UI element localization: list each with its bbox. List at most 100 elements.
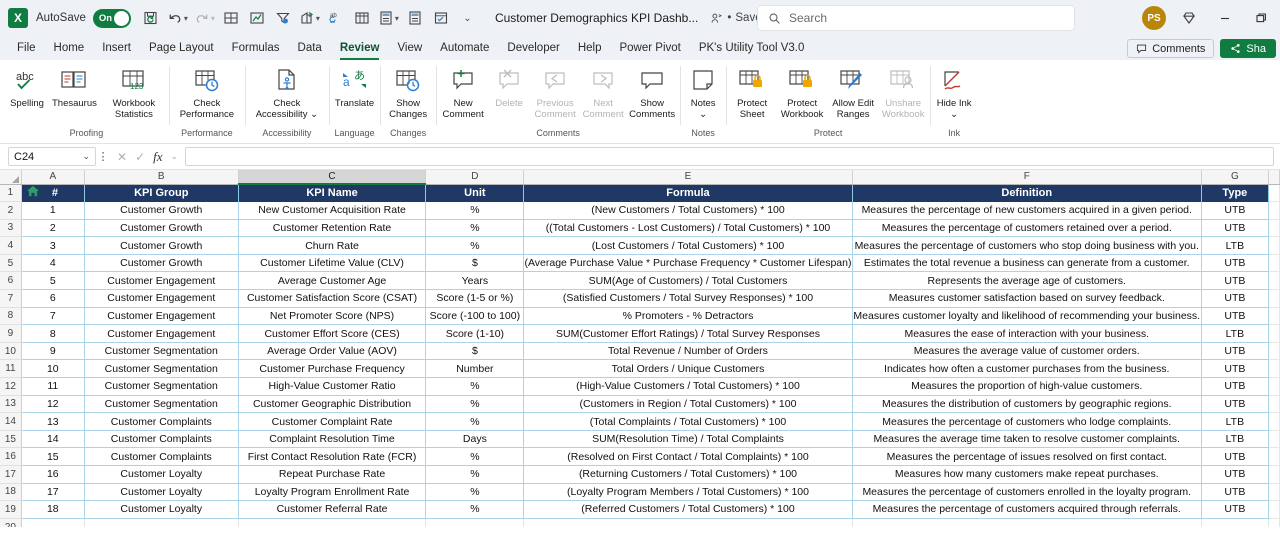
header-cell-kpi-name[interactable]: KPI Name [238, 184, 427, 202]
column-header-h-partial[interactable] [1268, 170, 1280, 185]
workbook-statistics-button[interactable]: 123 Workbook Statistics [101, 64, 167, 120]
empty-cell[interactable] [1268, 430, 1280, 449]
cell-kpi-name[interactable]: Loyalty Program Enrollment Rate [238, 483, 427, 502]
empty-cell[interactable] [425, 518, 525, 527]
cell-formula[interactable]: ((Total Customers - Lost Customers) / To… [523, 219, 853, 238]
empty-cell[interactable] [1268, 219, 1280, 238]
cell-definition[interactable]: Measures the percentage of customers who… [852, 236, 1202, 255]
form-icon[interactable] [429, 5, 453, 31]
cell-definition[interactable]: Measures the average value of customer o… [852, 342, 1202, 361]
cell-kpi-group[interactable]: Customer Segmentation [84, 395, 239, 414]
cell-number[interactable]: 4 [21, 254, 85, 273]
autosave-toggle[interactable]: On [92, 8, 131, 28]
cell-kpi-group[interactable]: Customer Complaints [84, 412, 239, 431]
tab-review[interactable]: Review [331, 39, 389, 60]
cell-number[interactable]: 14 [21, 430, 85, 449]
cell-kpi-group[interactable]: Customer Segmentation [84, 359, 239, 379]
cell-definition[interactable]: Measures the percentage of new customers… [852, 201, 1202, 220]
column-header-c[interactable]: C [238, 170, 427, 185]
cell-kpi-name[interactable]: First Contact Resolution Rate (FCR) [238, 447, 427, 466]
cell-unit[interactable]: % [425, 412, 525, 431]
empty-cell[interactable] [1268, 465, 1280, 484]
empty-cell[interactable] [21, 518, 85, 527]
minimize-button[interactable] [1212, 5, 1238, 31]
cell-type[interactable]: UTB [1201, 342, 1269, 361]
cell-kpi-name[interactable]: Customer Geographic Distribution [238, 395, 427, 414]
cell-type[interactable]: UTB [1201, 254, 1269, 273]
cell-formula[interactable]: (New Customers / Total Customers) * 100 [523, 201, 853, 220]
cell-kpi-name[interactable]: Churn Rate [238, 236, 427, 255]
empty-cell[interactable] [1268, 377, 1280, 396]
row-header-12[interactable]: 12 [0, 377, 22, 396]
cell-formula[interactable]: (Lost Customers / Total Customers) * 100 [523, 236, 853, 255]
cell-definition[interactable]: Measures the percentage of issues resolv… [852, 447, 1202, 466]
cell-definition[interactable]: Measures the average time taken to resol… [852, 430, 1202, 449]
empty-cell[interactable] [84, 518, 239, 527]
cell-formula[interactable]: (Customers in Region / Total Customers) … [523, 395, 853, 414]
cell-kpi-group[interactable]: Customer Complaints [84, 447, 239, 466]
row-header-17[interactable]: 17 [0, 465, 22, 484]
tab-formulas[interactable]: Formulas [223, 39, 289, 60]
calculator2-icon[interactable] [403, 5, 427, 31]
tab-data[interactable]: Data [289, 39, 331, 60]
empty-cell[interactable] [1268, 359, 1280, 379]
cell-formula[interactable]: (Satisfied Customers / Total Survey Resp… [523, 289, 853, 308]
row-header-2[interactable]: 2 [0, 201, 22, 220]
cell-definition[interactable]: Measures the percentage of customers enr… [852, 483, 1202, 502]
cell-definition[interactable]: Measures the percentage of customers ret… [852, 219, 1202, 238]
cell-definition[interactable]: Indicates how often a customer purchases… [852, 359, 1202, 379]
row-header-14[interactable]: 14 [0, 412, 22, 431]
cell-definition[interactable]: Measures the ease of interaction with yo… [852, 324, 1202, 343]
cell-kpi-group[interactable]: Customer Engagement [84, 307, 239, 326]
column-header-b[interactable]: B [84, 170, 239, 185]
tab-file[interactable]: File [8, 39, 45, 60]
empty-cell[interactable] [1268, 447, 1280, 466]
cell-number[interactable]: 16 [21, 465, 85, 484]
cell-type[interactable]: UTB [1201, 219, 1269, 238]
tab-pk-utility-tool[interactable]: PK's Utility Tool V3.0 [690, 39, 814, 60]
cell-kpi-group[interactable]: Customer Growth [84, 254, 239, 273]
table-icon[interactable] [350, 5, 374, 31]
empty-cell[interactable] [852, 518, 1202, 527]
header-cell-formula[interactable]: Formula [523, 184, 853, 202]
empty-cell[interactable] [1268, 395, 1280, 414]
allow-edit-ranges-button[interactable]: Allow Edit Ranges [828, 64, 878, 120]
cell-definition[interactable]: Measures the percentage of customers who… [852, 412, 1202, 431]
filter-icon[interactable] [271, 5, 295, 31]
save-icon[interactable] [139, 5, 163, 31]
show-changes-button[interactable]: Show Changes [382, 64, 434, 120]
formula-bar-options-icon[interactable]: ⋮ [96, 150, 110, 163]
spelling-icon[interactable]: ab [324, 5, 348, 31]
restore-button[interactable] [1248, 5, 1274, 31]
chevron-down-icon[interactable]: ⌄ [82, 151, 90, 162]
empty-cell[interactable] [1268, 412, 1280, 431]
cell-number[interactable]: 9 [21, 342, 85, 361]
chart-icon[interactable] [245, 5, 269, 31]
cell-kpi-group[interactable]: Customer Growth [84, 236, 239, 255]
cell-kpi-group[interactable]: Customer Segmentation [84, 377, 239, 396]
cell-formula[interactable]: (Total Complaints / Total Customers) * 1… [523, 412, 853, 431]
tab-home[interactable]: Home [45, 39, 94, 60]
cell-kpi-name[interactable]: Net Promoter Score (NPS) [238, 307, 427, 326]
cell-number[interactable]: 8 [21, 324, 85, 343]
column-header-e[interactable]: E [523, 170, 853, 185]
empty-cell[interactable] [1268, 201, 1280, 220]
row-header-10[interactable]: 10 [0, 342, 22, 361]
document-title[interactable]: Customer Demographics KPI Dashb... [495, 11, 698, 25]
cell-kpi-name[interactable]: Customer Satisfaction Score (CSAT) [238, 289, 427, 308]
cell-kpi-name[interactable]: High-Value Customer Ratio [238, 377, 427, 396]
cell-type[interactable]: UTB [1201, 395, 1269, 414]
row-header-15[interactable]: 15 [0, 430, 22, 449]
cell-unit[interactable]: % [425, 219, 525, 238]
cell-kpi-name[interactable]: Customer Purchase Frequency [238, 359, 427, 379]
cell-number[interactable]: 15 [21, 447, 85, 466]
cell-unit[interactable]: Number [425, 359, 525, 379]
share-export-icon[interactable]: ▾ [297, 5, 322, 31]
cell-kpi-group[interactable]: Customer Complaints [84, 430, 239, 449]
cell-kpi-group[interactable]: Customer Loyalty [84, 465, 239, 484]
cell-kpi-name[interactable]: Complaint Resolution Time [238, 430, 427, 449]
header-cell-type[interactable]: Type [1201, 184, 1269, 202]
column-header-a[interactable]: A [21, 170, 85, 185]
header-cell-definition[interactable]: Definition [852, 184, 1202, 202]
undo-icon[interactable]: ▾ [165, 5, 190, 31]
